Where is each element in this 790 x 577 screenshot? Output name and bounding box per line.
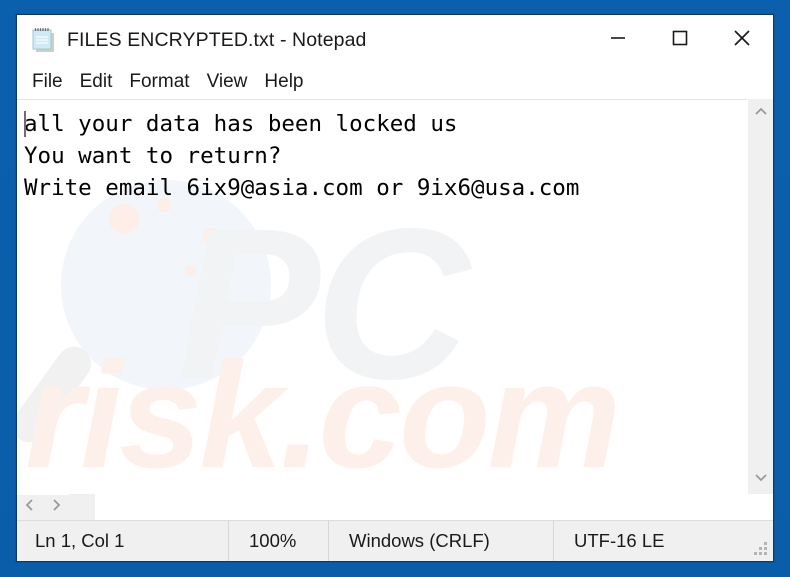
close-button[interactable]	[711, 15, 773, 65]
menu-item-help[interactable]: Help	[263, 69, 304, 95]
text-caret	[24, 111, 26, 137]
vertical-scrollbar[interactable]	[747, 99, 773, 494]
menu-bar: File Edit Format View Help	[17, 65, 773, 99]
maximize-icon	[669, 27, 691, 54]
watermark-dot	[203, 228, 220, 245]
chevron-right-icon	[50, 497, 62, 518]
resize-grip[interactable]	[753, 541, 767, 555]
watermark-dot	[109, 204, 139, 234]
watermark-primary-text: PC	[177, 183, 470, 424]
status-encoding: UTF-16 LE	[574, 530, 665, 551]
desktop-background: FILES ENCRYPTED.txt - Notepad File Edit …	[0, 0, 790, 577]
menu-item-file[interactable]: File	[31, 69, 64, 95]
scrollbar-corner	[69, 494, 95, 520]
status-bar: Ln 1, Col 1 100% Windows (CRLF) UTF-16 L…	[17, 520, 773, 561]
text-area[interactable]: PC risk.com all your data has been locke…	[17, 99, 747, 494]
editor-area: PC risk.com all your data has been locke…	[17, 99, 773, 520]
close-icon	[730, 26, 754, 55]
scroll-up-button[interactable]	[748, 103, 774, 125]
minimize-button[interactable]	[587, 15, 649, 65]
window-title: FILES ENCRYPTED.txt - Notepad	[67, 28, 367, 51]
chevron-left-icon	[24, 497, 36, 518]
status-zoom-level[interactable]: 100%	[229, 521, 329, 561]
horizontal-scrollbar[interactable]	[17, 494, 69, 520]
menu-item-format[interactable]: Format	[128, 69, 190, 95]
chevron-down-icon	[753, 470, 769, 488]
scroll-left-button[interactable]	[17, 497, 43, 519]
title-bar[interactable]: FILES ENCRYPTED.txt - Notepad	[17, 15, 773, 65]
watermark-secondary-text: risk.com	[25, 331, 621, 494]
maximize-button[interactable]	[649, 15, 711, 65]
horizontal-scrollbar-row	[17, 494, 773, 520]
magnifier-handle-shape	[17, 340, 98, 449]
minimize-icon	[607, 27, 629, 54]
document-text[interactable]: all your data has been locked us You wan…	[17, 100, 747, 204]
editor-row: PC risk.com all your data has been locke…	[17, 99, 773, 494]
status-line-ending: Windows (CRLF)	[329, 521, 554, 561]
menu-item-edit[interactable]: Edit	[79, 69, 114, 95]
status-cursor-position: Ln 1, Col 1	[17, 521, 229, 561]
magnifier-lens-shape	[61, 180, 271, 390]
menu-item-view[interactable]: View	[206, 69, 249, 95]
scroll-right-button[interactable]	[43, 497, 69, 519]
notepad-icon	[31, 26, 57, 54]
notepad-window: FILES ENCRYPTED.txt - Notepad File Edit …	[16, 14, 774, 562]
scroll-down-button[interactable]	[748, 468, 774, 490]
window-controls	[587, 15, 773, 65]
chevron-up-icon	[753, 105, 769, 123]
watermark-dot	[185, 265, 196, 276]
